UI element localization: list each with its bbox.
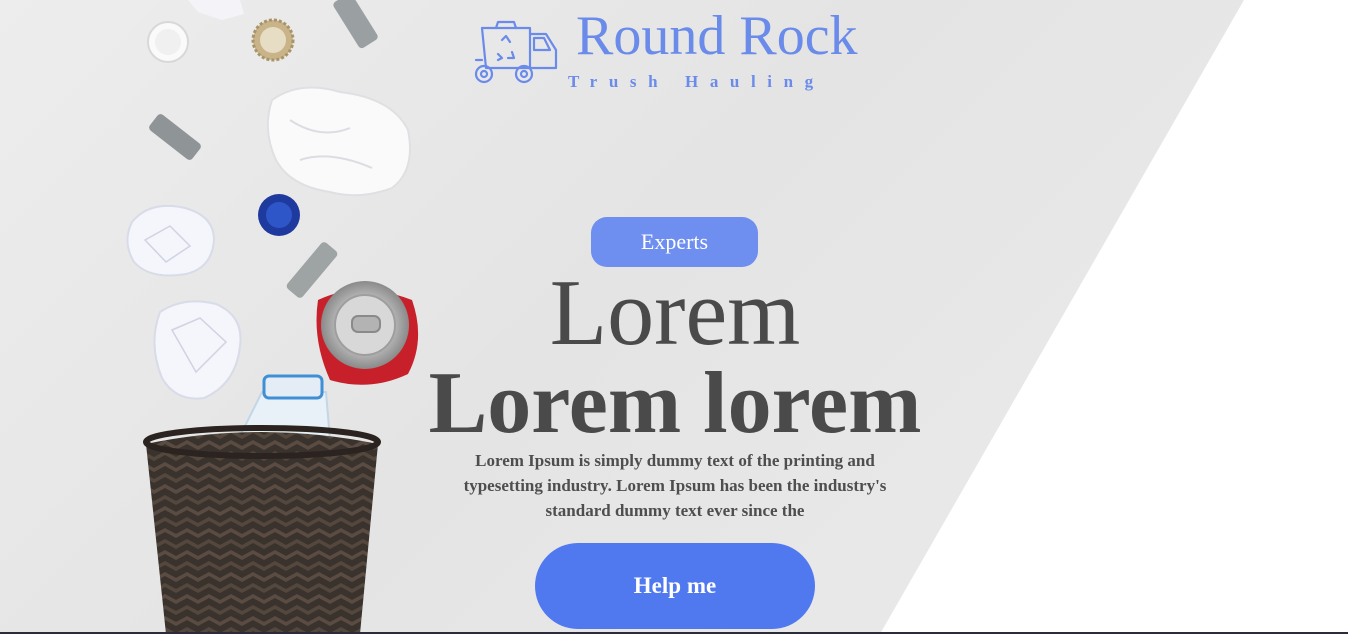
brand-tagline: Trush Hauling [568,72,825,91]
experts-badge: Experts [591,217,758,267]
hero-headline-line2: Lorem lorem [428,355,922,452]
brand-name: Round Rock [576,5,858,67]
hero-headline-line1: Lorem [549,261,801,365]
garbage-truck-icon [474,20,558,84]
brand-logo[interactable]: Round Rock Trush Hauling [472,8,882,98]
help-me-button[interactable]: Help me [535,543,815,629]
hero-description: Lorem Ipsum is simply dummy text of the … [463,451,887,520]
